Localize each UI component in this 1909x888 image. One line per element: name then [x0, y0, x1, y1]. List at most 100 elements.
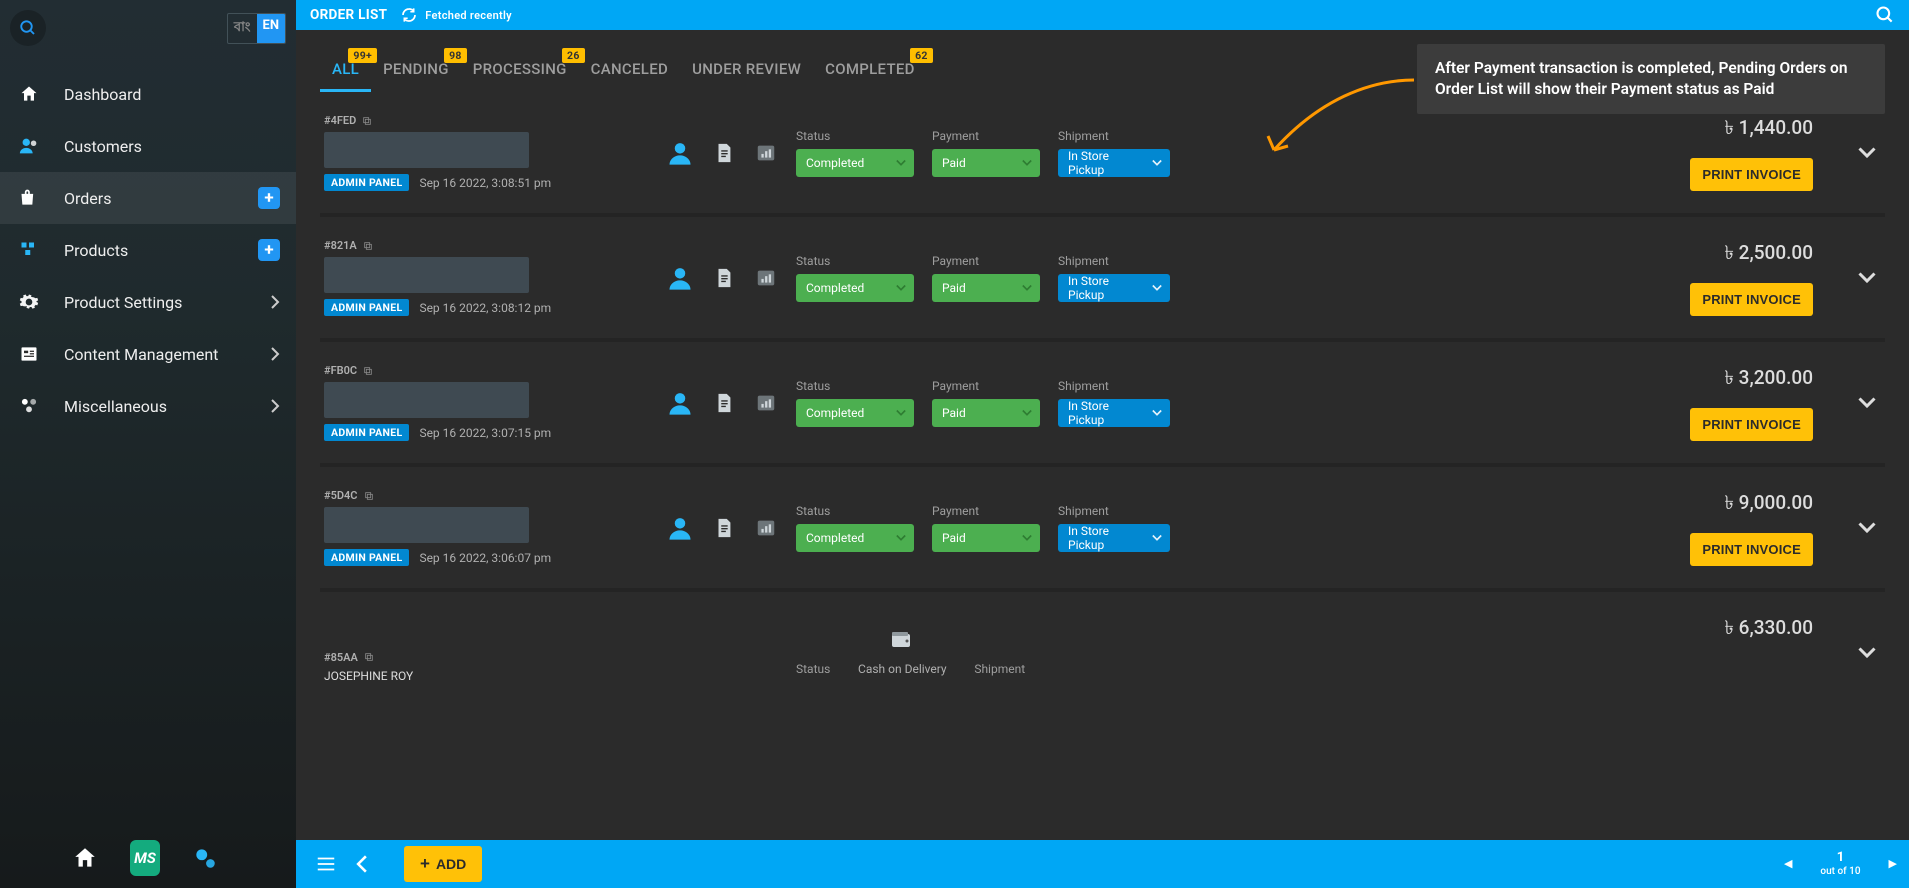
payment-label: Payment	[932, 504, 1040, 518]
order-price: ৳ 9,000.00	[1724, 489, 1813, 521]
settings-shortcut-button[interactable]	[190, 843, 220, 873]
status-dropdown[interactable]: Completed	[796, 274, 914, 302]
sidebar: বাং EN Dashboard Customers Orders +	[0, 0, 296, 888]
sidebar-item-label: Products	[64, 241, 128, 260]
tab-completed[interactable]: COMPLETED 62	[813, 44, 927, 92]
invoice-icon[interactable]	[712, 266, 736, 290]
analytics-icon[interactable]	[754, 516, 778, 540]
topbar-search-button[interactable]	[1875, 5, 1895, 25]
sidebar-item-orders[interactable]: Orders +	[0, 172, 296, 224]
add-order-badge[interactable]: +	[258, 187, 280, 209]
expand-row-button[interactable]	[1853, 519, 1881, 537]
shipment-label: Shipment	[1058, 379, 1170, 393]
sidebar-item-label: Product Settings	[64, 293, 182, 312]
invoice-icon[interactable]	[712, 391, 736, 415]
sidebar-bottom-bar: MS	[0, 828, 296, 888]
status-label: Status	[796, 379, 914, 393]
order-list[interactable]: #4FED ADMIN PANEL Sep 16 2022, 3:08:51 p…	[296, 92, 1909, 840]
print-invoice-button[interactable]: PRINT INVOICE	[1690, 158, 1813, 191]
copy-icon[interactable]	[363, 241, 373, 251]
sidebar-top-row: বাং EN	[0, 0, 296, 56]
topbar: ORDER LIST Fetched recently	[296, 0, 1909, 30]
shipment-dropdown[interactable]: In Store Pickup	[1058, 399, 1170, 427]
tab-pending[interactable]: PENDING 98	[371, 44, 461, 92]
expand-row-button[interactable]	[1853, 269, 1881, 287]
order-price-col: ৳ 9,000.00 PRINT INVOICE	[1188, 489, 1835, 566]
copy-icon[interactable]	[364, 491, 374, 501]
add-product-badge[interactable]: +	[258, 239, 280, 261]
menu-button[interactable]	[308, 846, 344, 882]
order-row: #FB0C ADMIN PANEL Sep 16 2022, 3:07:15 p…	[320, 342, 1885, 467]
customer-icon[interactable]	[666, 514, 694, 542]
pager-total: out of 10	[1820, 866, 1860, 877]
sidebar-search-button[interactable]	[10, 10, 46, 46]
shipment-dropdown[interactable]: In Store Pickup	[1058, 274, 1170, 302]
add-button[interactable]: + ADD	[404, 846, 482, 882]
pager-next[interactable]: ▶	[1889, 857, 1897, 870]
sidebar-item-customers[interactable]: Customers	[0, 120, 296, 172]
order-row: #821A ADMIN PANEL Sep 16 2022, 3:08:12 p…	[320, 217, 1885, 342]
order-price-col: ৳ 1,440.00 PRINT INVOICE	[1188, 114, 1835, 191]
pager: ◀ 1 out of 10 ▶	[1784, 851, 1897, 876]
payment-dropdown[interactable]: Paid	[932, 274, 1040, 302]
source-chip: ADMIN PANEL	[324, 549, 409, 566]
pager-info: 1 out of 10	[1820, 851, 1860, 876]
payment-dropdown[interactable]: Paid	[932, 149, 1040, 177]
status-dropdown[interactable]: Completed	[796, 399, 914, 427]
customer-icon[interactable]	[666, 264, 694, 292]
analytics-icon[interactable]	[754, 391, 778, 415]
order-id: #FB0C	[324, 364, 644, 377]
customer-icon[interactable]	[666, 389, 694, 417]
print-invoice-button[interactable]: PRINT INVOICE	[1690, 283, 1813, 316]
home-shortcut-button[interactable]	[70, 843, 100, 873]
refresh-icon	[401, 7, 417, 23]
status-label: Status	[796, 254, 914, 268]
back-button[interactable]	[344, 846, 380, 882]
order-price-col: ৳ 3,200.00 PRINT INVOICE	[1188, 364, 1835, 441]
sidebar-item-dashboard[interactable]: Dashboard	[0, 68, 296, 120]
analytics-icon[interactable]	[754, 141, 778, 165]
pager-prev[interactable]: ◀	[1784, 857, 1792, 870]
sidebar-item-content-management[interactable]: Content Management	[0, 328, 296, 380]
analytics-icon[interactable]	[754, 266, 778, 290]
annotation-callout: After Payment transaction is completed, …	[1417, 44, 1885, 114]
sidebar-item-products[interactable]: Products +	[0, 224, 296, 276]
order-row-icons	[662, 264, 778, 292]
print-invoice-button[interactable]: PRINT INVOICE	[1690, 408, 1813, 441]
copy-icon[interactable]	[363, 366, 373, 376]
shipment-dropdown[interactable]: In Store Pickup	[1058, 524, 1170, 552]
status-label: Status	[796, 129, 914, 143]
print-invoice-button[interactable]: PRINT INVOICE	[1690, 533, 1813, 566]
shipment-label: Shipment	[974, 662, 1025, 676]
tab-canceled[interactable]: CANCELED	[579, 44, 680, 92]
brand-shortcut-button[interactable]: MS	[130, 843, 160, 873]
wallet-icon	[890, 630, 914, 650]
plus-icon: +	[420, 854, 430, 874]
tab-under-review[interactable]: UNDER REVIEW	[680, 44, 813, 92]
invoice-icon[interactable]	[712, 516, 736, 540]
order-row-icons	[662, 389, 778, 417]
tab-label: UNDER REVIEW	[692, 60, 801, 78]
customer-icon[interactable]	[666, 139, 694, 167]
status-dropdown[interactable]: Completed	[796, 149, 914, 177]
refresh-indicator[interactable]: Fetched recently	[401, 7, 512, 23]
expand-row-button[interactable]	[1853, 394, 1881, 412]
status-label: Status	[796, 662, 830, 676]
language-toggle[interactable]: বাং EN	[227, 13, 286, 44]
tab-all[interactable]: ALL 99+	[320, 44, 371, 92]
expand-row-button[interactable]	[1853, 644, 1881, 662]
payment-dropdown[interactable]: Paid	[932, 399, 1040, 427]
invoice-icon[interactable]	[712, 141, 736, 165]
payment-dropdown[interactable]: Paid	[932, 524, 1040, 552]
shipment-dropdown[interactable]: In Store Pickup	[1058, 149, 1170, 177]
order-row-icons	[662, 139, 778, 167]
sidebar-item-miscellaneous[interactable]: Miscellaneous	[0, 380, 296, 432]
copy-icon[interactable]	[362, 116, 372, 126]
sidebar-item-product-settings[interactable]: Product Settings	[0, 276, 296, 328]
status-dropdown[interactable]: Completed	[796, 524, 914, 552]
chevron-left-icon	[355, 855, 369, 873]
sidebar-item-label: Miscellaneous	[64, 397, 167, 416]
tab-processing[interactable]: PROCESSING 26	[461, 44, 579, 92]
copy-icon[interactable]	[364, 652, 374, 662]
expand-row-button[interactable]	[1853, 144, 1881, 162]
